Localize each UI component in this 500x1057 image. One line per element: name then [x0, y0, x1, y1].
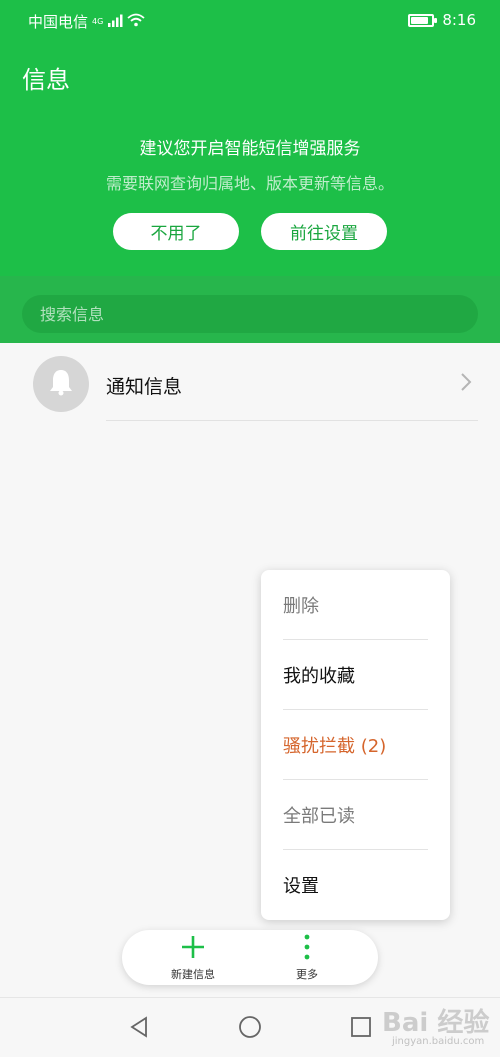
menu-item-settings[interactable]: 设置: [283, 850, 428, 920]
recents-button[interactable]: [346, 1014, 376, 1044]
status-bar: 中国电信 4G 8:16: [0, 0, 500, 42]
menu-item-delete[interactable]: 删除: [283, 570, 428, 640]
page-title: 信息: [22, 66, 70, 94]
conversation-title: 通知信息: [106, 376, 183, 398]
promo-subtitle: 需要联网查询归属地、版本更新等信息。: [105, 174, 394, 193]
home-circle-icon: [238, 1015, 262, 1043]
search-input[interactable]: [40, 304, 478, 324]
new-message-button[interactable]: 新建信息: [138, 930, 248, 985]
watermark-url: jingyan.baidu.com: [392, 1036, 485, 1047]
home-button[interactable]: [235, 1014, 265, 1044]
recents-square-icon: [350, 1016, 372, 1042]
avatar: [33, 356, 89, 412]
menu-item-mark-all-read[interactable]: 全部已读: [283, 780, 428, 850]
menu-item-spam-block[interactable]: 骚扰拦截 (2): [283, 710, 428, 780]
clock: 8:16: [442, 11, 476, 29]
watermark-logo: Bai 经验: [382, 1008, 490, 1038]
search-bar[interactable]: [22, 295, 478, 333]
go-to-settings-button[interactable]: 前往设置: [261, 213, 387, 250]
bottom-action-bar: 新建信息 更多: [122, 930, 378, 985]
more-button[interactable]: 更多: [252, 930, 362, 985]
menu-item-favorites[interactable]: 我的收藏: [283, 640, 428, 710]
back-button[interactable]: [124, 1014, 154, 1044]
new-message-label: 新建信息: [171, 968, 215, 981]
promo-title: 建议您开启智能短信增强服务: [139, 139, 361, 159]
more-vertical-icon: [303, 934, 311, 964]
plus-icon: [180, 934, 206, 964]
network-label: 4G: [92, 17, 104, 26]
wifi-icon: [127, 13, 145, 31]
decline-button[interactable]: 不用了: [113, 213, 239, 250]
divider: [106, 420, 478, 421]
overflow-menu: 删除 我的收藏 骚扰拦截 (2) 全部已读 设置: [261, 570, 450, 920]
bell-icon: [48, 368, 74, 400]
more-label: 更多: [296, 968, 318, 981]
conversation-item[interactable]: 通知信息: [0, 344, 500, 424]
battery-icon: [408, 13, 438, 27]
chevron-right-icon: [460, 372, 472, 396]
back-triangle-icon: [128, 1016, 150, 1042]
carrier-label: 中国电信: [28, 13, 89, 31]
signal-icon: [107, 13, 123, 31]
